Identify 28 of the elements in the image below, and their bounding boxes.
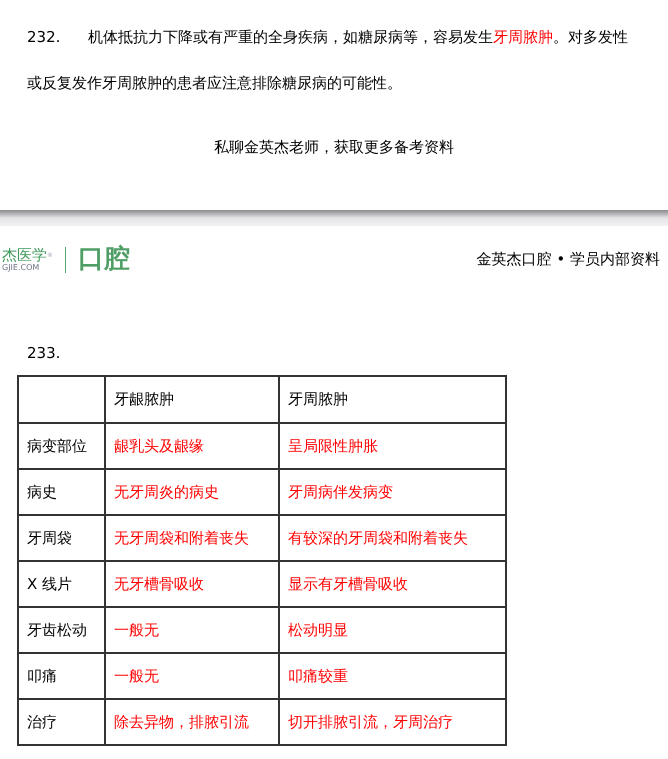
- table-cell: 无牙周炎的病史: [105, 469, 279, 515]
- row-header-cell: 病史: [18, 469, 105, 515]
- document-header-title: 金英杰口腔 • 学员内部资料: [476, 249, 660, 270]
- row-header-cell: X 线片: [18, 561, 105, 607]
- column-header: 牙龈脓肿: [105, 376, 279, 423]
- column-header: 牙周脓肿: [279, 376, 506, 423]
- table-cell: 呈局限性肿胀: [279, 423, 506, 469]
- logo: 杰医学$^{®}$ GJIE.COM 口腔: [1, 243, 130, 276]
- table-cell: 松动明显: [279, 607, 506, 653]
- table-cell: 无牙槽骨吸收: [105, 561, 279, 607]
- table-cell: 切开排脓引流，牙周治疗: [279, 699, 506, 745]
- table-cell: 叩痛较重: [279, 653, 506, 699]
- row-header-cell: 牙齿松动: [18, 607, 105, 653]
- table-cell: 除去异物，排脓引流: [105, 699, 279, 745]
- question-paragraph: 232. 机体抵抗力下降或有严重的全身疾病，如糖尿病等，容易发生牙周脓肿。对多发性或反复发作牙周脓肿的患者应注意排除糖尿病的可能性。: [26, 27, 629, 94]
- table-cell: 牙周病伴发病变: [279, 469, 506, 515]
- table-cell: 显示有牙槽骨吸收: [279, 561, 506, 607]
- table-cell: 一般无: [105, 607, 279, 653]
- row-header-cell: 治疗: [18, 699, 105, 745]
- row-header-cell: 病变部位: [18, 423, 105, 469]
- row-header-cell: 叩痛: [18, 653, 105, 699]
- table-cell: 有较深的牙周袋和附着丧失: [279, 515, 506, 561]
- table-cell: 无牙周袋和附着丧失: [105, 515, 279, 561]
- question-number: 233.: [27, 344, 60, 362]
- footer-note: 私聊金英杰老师，获取更多备考资料: [214, 137, 454, 158]
- row-header-cell: 牙周袋: [18, 515, 105, 561]
- table-cell: 一般无: [105, 653, 279, 699]
- table-cell: 龈乳头及龈缘: [105, 423, 279, 469]
